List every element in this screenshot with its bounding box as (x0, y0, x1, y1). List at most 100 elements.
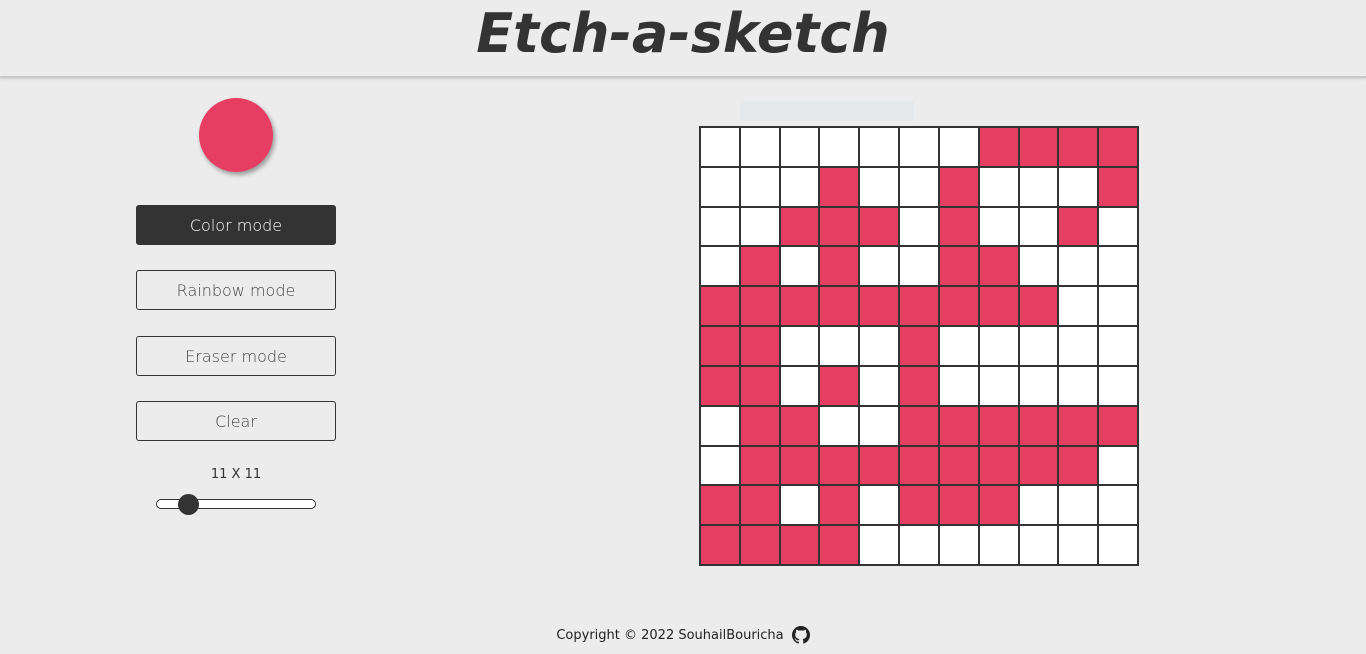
grid-cell[interactable] (978, 365, 1019, 406)
grid-cell[interactable] (859, 485, 900, 526)
grid-size-slider-thumb[interactable] (178, 494, 199, 515)
grid-cell[interactable] (978, 166, 1019, 207)
grid-cell[interactable] (739, 326, 780, 366)
grid-cell[interactable] (859, 525, 900, 565)
grid-cell[interactable] (819, 326, 860, 366)
grid-cell[interactable] (1058, 246, 1099, 287)
grid-cell[interactable] (1058, 127, 1099, 167)
grid-cell[interactable] (1098, 286, 1138, 327)
grid-cell[interactable] (739, 166, 780, 207)
grid-cell[interactable] (1018, 326, 1059, 366)
grid-cell[interactable] (779, 166, 820, 207)
grid-cell[interactable] (1098, 445, 1138, 486)
grid-cell[interactable] (700, 485, 740, 526)
grid-cell[interactable] (899, 525, 939, 565)
grid-cell[interactable] (1018, 286, 1059, 327)
grid-cell[interactable] (1018, 365, 1059, 406)
grid-cell[interactable] (1058, 166, 1099, 207)
grid-cell[interactable] (700, 127, 740, 167)
color-mode-button[interactable]: Color mode (136, 205, 336, 245)
grid-cell[interactable] (938, 365, 979, 406)
grid-cell[interactable] (1018, 525, 1059, 565)
grid-cell[interactable] (938, 246, 979, 287)
grid-cell[interactable] (739, 525, 780, 565)
grid-cell[interactable] (859, 405, 900, 446)
grid-cell[interactable] (938, 127, 979, 167)
grid-cell[interactable] (739, 286, 780, 327)
grid-cell[interactable] (1058, 326, 1099, 366)
grid-cell[interactable] (1098, 485, 1138, 526)
grid-cell[interactable] (739, 405, 780, 446)
grid-cell[interactable] (1058, 405, 1099, 446)
grid-cell[interactable] (978, 525, 1019, 565)
eraser-mode-button[interactable]: Eraser mode (136, 336, 336, 376)
grid-cell[interactable] (938, 286, 979, 327)
grid-cell[interactable] (700, 206, 740, 247)
grid-cell[interactable] (859, 326, 900, 366)
grid-cell[interactable] (859, 166, 900, 207)
sketch-grid[interactable] (699, 126, 1139, 566)
grid-cell[interactable] (1018, 127, 1059, 167)
grid-cell[interactable] (779, 405, 820, 446)
grid-cell[interactable] (739, 127, 780, 167)
grid-cell[interactable] (819, 166, 860, 207)
grid-cell[interactable] (1058, 445, 1099, 486)
grid-cell[interactable] (1098, 525, 1138, 565)
grid-cell[interactable] (779, 445, 820, 486)
rainbow-mode-button[interactable]: Rainbow mode (136, 270, 336, 310)
grid-cell[interactable] (1098, 405, 1138, 446)
grid-cell[interactable] (978, 286, 1019, 327)
grid-cell[interactable] (1098, 206, 1138, 247)
grid-cell[interactable] (938, 166, 979, 207)
grid-cell[interactable] (739, 485, 780, 526)
grid-cell[interactable] (1018, 445, 1059, 486)
grid-cell[interactable] (859, 286, 900, 327)
grid-cell[interactable] (700, 525, 740, 565)
github-icon[interactable] (791, 626, 810, 644)
grid-cell[interactable] (938, 405, 979, 446)
grid-cell[interactable] (1018, 166, 1059, 207)
grid-cell[interactable] (819, 445, 860, 486)
grid-cell[interactable] (700, 286, 740, 327)
grid-cell[interactable] (978, 246, 1019, 287)
grid-cell[interactable] (978, 485, 1019, 526)
grid-cell[interactable] (1058, 485, 1099, 526)
grid-cell[interactable] (899, 445, 939, 486)
grid-cell[interactable] (739, 365, 780, 406)
grid-cell[interactable] (978, 445, 1019, 486)
grid-cell[interactable] (899, 286, 939, 327)
clear-button[interactable]: Clear (136, 401, 336, 441)
grid-cell[interactable] (899, 405, 939, 446)
grid-cell[interactable] (700, 246, 740, 287)
grid-cell[interactable] (779, 206, 820, 247)
grid-cell[interactable] (859, 127, 900, 167)
grid-cell[interactable] (1058, 365, 1099, 406)
grid-cell[interactable] (700, 405, 740, 446)
grid-cell[interactable] (1098, 365, 1138, 406)
grid-cell[interactable] (938, 485, 979, 526)
grid-cell[interactable] (899, 127, 939, 167)
grid-cell[interactable] (978, 405, 1019, 446)
grid-cell[interactable] (938, 206, 979, 247)
grid-cell[interactable] (779, 326, 820, 366)
grid-cell[interactable] (1018, 246, 1059, 287)
color-picker[interactable] (199, 98, 273, 172)
grid-cell[interactable] (779, 246, 820, 287)
grid-cell[interactable] (978, 127, 1019, 167)
grid-cell[interactable] (1098, 246, 1138, 287)
grid-cell[interactable] (700, 445, 740, 486)
grid-cell[interactable] (819, 485, 860, 526)
grid-cell[interactable] (899, 206, 939, 247)
grid-cell[interactable] (779, 127, 820, 167)
grid-cell[interactable] (700, 326, 740, 366)
grid-cell[interactable] (739, 246, 780, 287)
grid-cell[interactable] (819, 286, 860, 327)
grid-cell[interactable] (1098, 166, 1138, 207)
grid-cell[interactable] (779, 525, 820, 565)
grid-cell[interactable] (859, 206, 900, 247)
grid-cell[interactable] (978, 206, 1019, 247)
grid-cell[interactable] (938, 326, 979, 366)
grid-cell[interactable] (938, 445, 979, 486)
grid-cell[interactable] (938, 525, 979, 565)
grid-cell[interactable] (1058, 525, 1099, 565)
